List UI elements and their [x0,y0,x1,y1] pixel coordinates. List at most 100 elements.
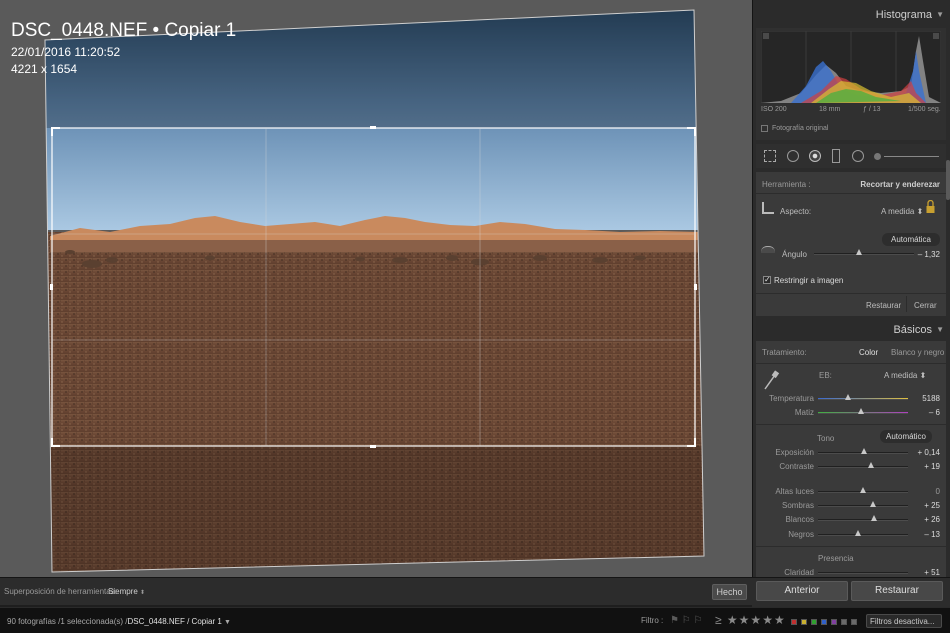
basic-header[interactable]: Básicos ▼ [756,319,946,341]
rating-filter[interactable]: ≥ ★★★★★ [715,613,786,627]
overlay-value: Siempre [108,587,138,596]
clarity-slider-track[interactable] [818,572,908,574]
temp-slider-track[interactable] [818,398,908,400]
exposure-slider-thumb[interactable] [861,448,867,454]
contrast-slider-track[interactable] [818,466,908,468]
blacks-slider-thumb[interactable] [855,530,861,536]
shutter-value: 1/500 seg. [908,106,941,113]
graduated-filter-icon[interactable] [832,149,840,163]
shadows-slider-thumb[interactable] [870,501,876,507]
aspect-value: A medida [881,207,915,216]
photo-canvas[interactable]: DSC_0448.NEF • Copiar 1 22/01/2016 11:20… [0,0,752,577]
clarity-value[interactable]: + 51 [924,568,940,577]
filters-off-select[interactable]: Filtros desactiva... [866,614,942,628]
button-divider [906,296,907,312]
color-swatch-red[interactable] [791,619,797,625]
crop-handle-top[interactable] [370,126,376,129]
tool-overlay-toolbar: Superposición de herramientas: Siempre ⬍… [0,577,752,605]
overlay-select[interactable]: Siempre ⬍ [108,587,145,596]
blacks-slider-track[interactable] [818,534,908,536]
dropdown-icon[interactable]: ▼ [224,619,231,626]
treatment-label: Tratamiento: [762,348,807,357]
crop-handle-bottom[interactable] [370,445,376,448]
whites-label: Blancos [785,515,814,524]
crop-reset-button[interactable]: Restaurar [866,301,901,310]
wb-select[interactable]: A medida ⬍ [884,371,926,380]
spot-removal-icon[interactable] [787,150,799,162]
tint-value[interactable]: – 6 [929,408,940,417]
brush-size-track[interactable] [884,156,939,157]
previous-button[interactable]: Anterior [756,581,848,601]
filmstrip-path: 90 fotografías /1 seleccionada(s) /DSC_0… [7,617,231,626]
flag-filter-icon[interactable]: ⚑ ⚐ ⚐ [670,615,702,626]
done-button[interactable]: Hecho [712,584,747,600]
contrast-slider-thumb[interactable] [868,462,874,468]
blacks-value[interactable]: – 13 [924,530,940,539]
treatment-color[interactable]: Color [859,348,878,357]
auto-straighten-button[interactable]: Automática [882,233,940,246]
crop-panel: Herramienta : Recortar y enderezar Aspec… [756,172,946,316]
histogram-section: ISO 200 18 mm ƒ / 13 1/500 seg. Fotograf… [756,28,946,140]
highlights-slider-thumb[interactable] [860,487,866,493]
shadows-value[interactable]: + 25 [924,501,940,510]
overlay-label: Superposición de herramientas: [4,587,117,596]
collapse-triangle-icon[interactable]: ▼ [936,4,944,26]
shadows-slider-track[interactable] [818,505,908,507]
basic-panel: Tratamiento: Color Blanco y negro EB: A … [756,341,946,607]
histogram-header[interactable]: Histograma ▼ [756,4,946,26]
radial-filter-icon[interactable] [852,150,864,162]
highlights-value[interactable]: 0 [936,487,940,496]
iso-value: ISO 200 [761,106,787,113]
crop-handle-right[interactable] [694,284,697,290]
wb-value: A medida [884,371,918,380]
collapse-triangle-icon[interactable]: ▼ [936,319,944,341]
reset-button[interactable]: Restaurar [851,581,943,601]
angle-value[interactable]: – 1,32 [918,250,940,259]
angle-slider-thumb[interactable] [856,249,862,255]
treatment-bw[interactable]: Blanco y negro [891,348,944,357]
temp-slider-thumb[interactable] [845,394,851,400]
color-swatch-none[interactable] [851,619,857,625]
current-photo-path[interactable]: DSC_0448.NEF / Copiar 1 [128,617,222,626]
focal-value: 18 mm [819,106,841,113]
constrain-checkbox[interactable]: ✓ [763,276,771,284]
whites-slider-thumb[interactable] [871,515,877,521]
whites-value[interactable]: + 26 [924,515,940,524]
color-swatch-green[interactable] [811,619,817,625]
highlight-clip-icon[interactable] [933,33,939,39]
wb-label: EB: [819,371,832,380]
shadow-clip-icon[interactable] [763,33,769,39]
blacks-label: Negros [788,530,814,539]
exposure-value[interactable]: + 0,14 [918,448,940,457]
whites-slider-track[interactable] [818,519,908,521]
crop-tool-icon[interactable] [764,150,776,162]
tool-strip [756,144,946,168]
lock-icon[interactable] [926,199,935,214]
angle-slider-track[interactable] [814,253,914,255]
panel-bottom-bar: Anterior Restaurar [752,577,950,607]
temp-value[interactable]: 5188 [922,394,940,403]
color-swatch-purple[interactable] [831,619,837,625]
tint-slider-thumb[interactable] [858,408,864,414]
level-icon[interactable] [761,246,775,253]
auto-tone-button[interactable]: Automático [880,430,932,443]
color-swatch-yellow[interactable] [801,619,807,625]
color-swatch-blue[interactable] [821,619,827,625]
crop-close-button[interactable]: Cerrar [914,301,937,310]
color-swatch-custom[interactable] [841,619,847,625]
photo-image [45,10,704,572]
color-label-filter[interactable] [791,619,857,625]
brush-icon[interactable] [874,153,881,160]
aspect-select[interactable]: A medida ⬍ [881,207,923,216]
highlights-label: Altas luces [775,487,814,496]
filter-label: Filtro : [641,616,664,625]
photo-dimensions: 4221 x 1654 [11,62,78,76]
eyedropper-icon[interactable] [762,369,780,391]
crop-handle-left[interactable] [50,284,53,290]
contrast-value[interactable]: + 19 [924,462,940,471]
panel-scrollbar[interactable] [946,160,950,200]
original-photo-checkbox[interactable] [761,125,768,132]
crop-workspace[interactable] [0,0,752,577]
red-eye-icon[interactable] [809,150,821,162]
crop-frame-icon[interactable] [762,202,774,214]
